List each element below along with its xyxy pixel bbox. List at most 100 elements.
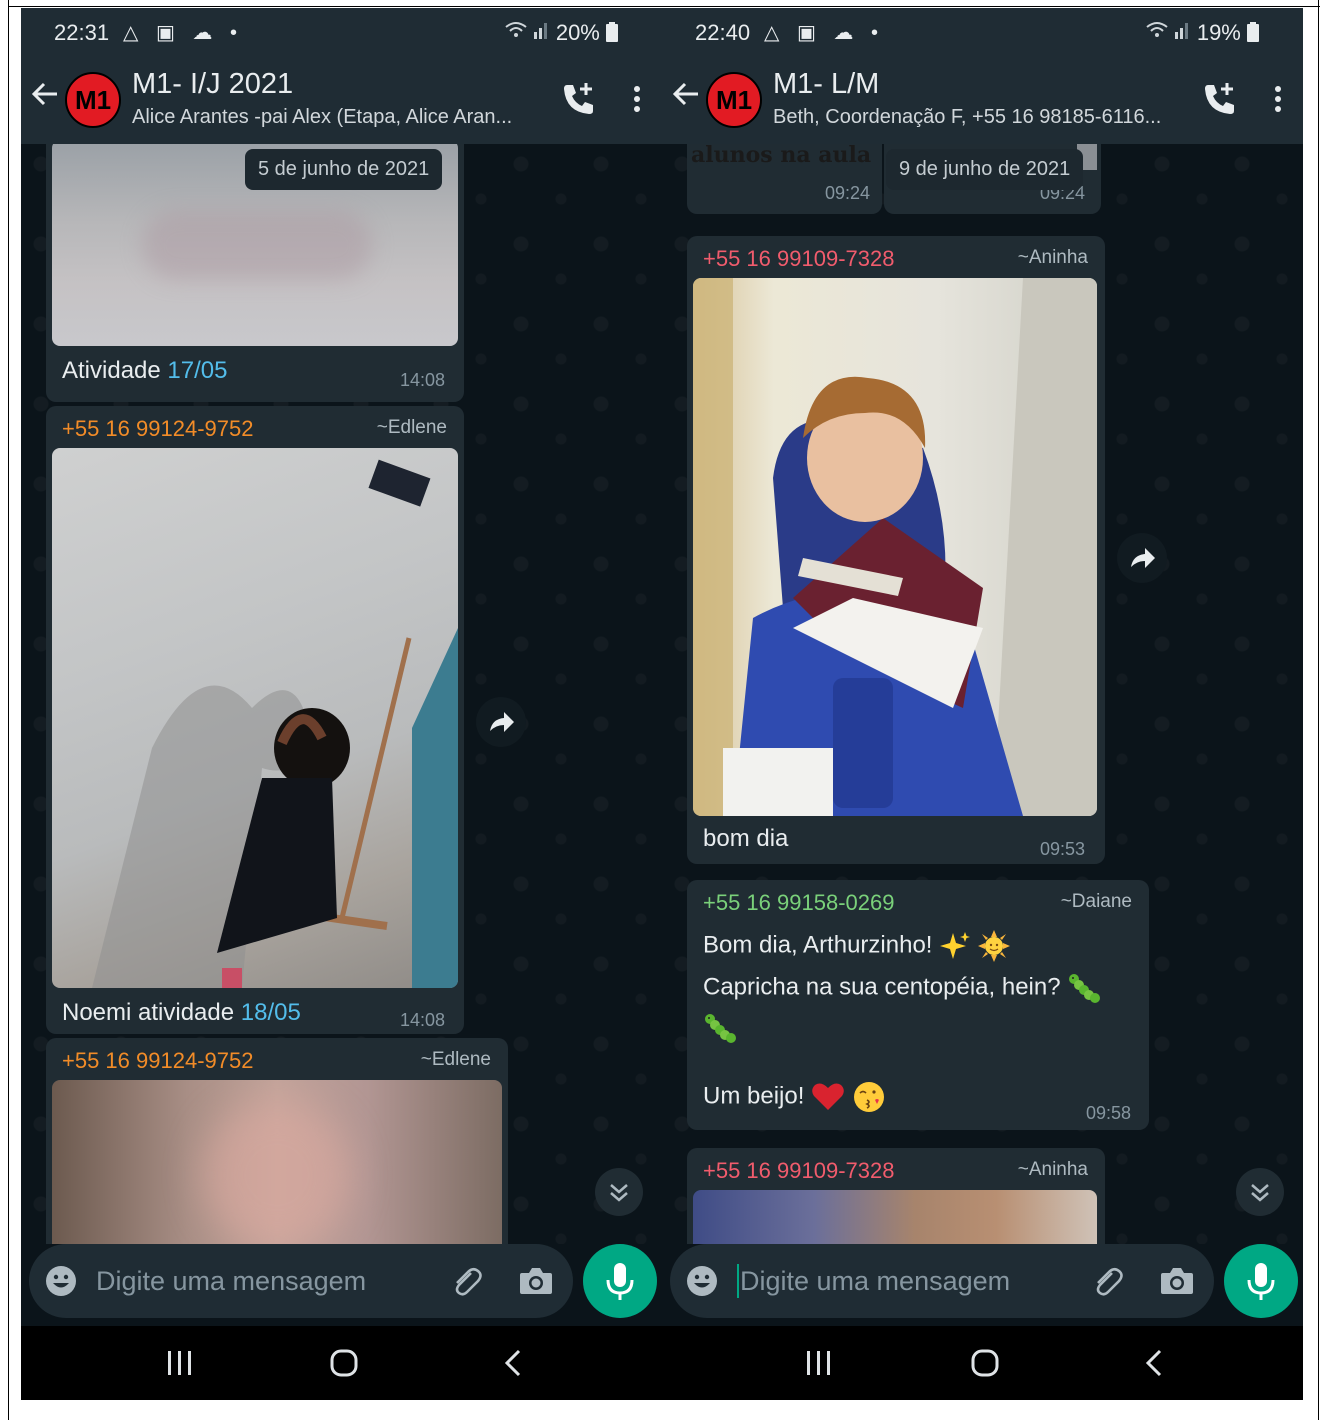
battery-icon [1247, 22, 1259, 42]
message-input[interactable]: Digite uma mensagem [96, 1266, 366, 1297]
group-avatar[interactable]: M1 [706, 72, 762, 128]
back-arrow-icon[interactable] [31, 80, 59, 113]
message-caption: Atividade 17/05 [62, 357, 228, 384]
scroll-down-icon[interactable] [595, 1168, 643, 1216]
image-text-fragment: alunos na aula [691, 144, 872, 168]
message-input-bar[interactable]: Digite uma mensagem [670, 1244, 1214, 1318]
chat-header[interactable]: M1 M1- L/M Beth, Coordenação F, +55 16 9… [662, 56, 1303, 144]
recents-icon[interactable] [804, 1348, 834, 1383]
date-chip: 5 de junho de 2021 [245, 149, 443, 190]
message-photo[interactable] [52, 448, 458, 988]
message-time: 14:08 [400, 370, 446, 390]
sender-alias: ~Aninha [1017, 1159, 1088, 1180]
message-text-line: Bom dia, Arthurzinho! [703, 930, 1010, 962]
group-avatar[interactable]: M1 [65, 72, 121, 128]
message-time: 14:08 [400, 1010, 446, 1030]
message-caption: bom dia [703, 825, 789, 852]
system-nav-bar [21, 1326, 662, 1400]
frame-border-top [8, 6, 1320, 7]
message-text-line: Um beijo! [703, 1080, 886, 1114]
camera-icon[interactable] [1160, 1265, 1194, 1302]
sender-alias: ~Aninha [1017, 247, 1088, 268]
battery-icon [606, 22, 618, 42]
mic-icon[interactable] [1224, 1244, 1298, 1318]
message-bubble[interactable]: alunos na aula 09:24 [687, 144, 882, 214]
notification-icons: △ ▣ ☁ • [764, 22, 884, 44]
phone-screen-right: 22:40 △ ▣ ☁ • 19% M1 M1- L/M Beth, Coord… [662, 8, 1303, 1400]
message-photo[interactable] [52, 1080, 502, 1244]
chat-participants[interactable]: Beth, Coordenação F, +55 16 98185-6116..… [773, 106, 1173, 129]
chat-header[interactable]: M1 M1- I/J 2021 Alice Arantes -pai Alex … [21, 56, 662, 144]
more-vert-icon[interactable] [622, 82, 652, 118]
message-time: 09:24 [825, 183, 871, 203]
sender-alias: ~Daiane [1060, 891, 1132, 912]
mic-icon[interactable] [583, 1244, 657, 1318]
notification-icons: △ ▣ ☁ • [123, 22, 243, 44]
chat-participants[interactable]: Alice Arantes -pai Alex (Etapa, Alice Ar… [132, 106, 532, 129]
message-list[interactable]: Atividade 17/05 14:08 5 de junho de 2021… [21, 144, 662, 1244]
battery-level: 19% [1197, 20, 1259, 46]
message-caption: Noemi atividade 18/05 [62, 999, 301, 1026]
battery-level: 20% [556, 20, 618, 46]
sender-phone[interactable]: +55 16 99109-7328 [703, 1158, 894, 1184]
status-bar: 22:40 △ ▣ ☁ • 19% [662, 8, 1303, 56]
status-time: 22:40 [695, 20, 751, 45]
status-time: 22:31 [54, 20, 110, 45]
sparkles-icon [940, 932, 971, 959]
message-bubble[interactable]: +55 16 99124-9752 ~Edlene Noemi atividad… [46, 406, 464, 1034]
system-nav-bar [662, 1326, 1303, 1400]
emoji-icon[interactable] [686, 1265, 718, 1302]
message-photo[interactable] [693, 1190, 1097, 1244]
message-bubble[interactable]: +55 16 99124-9752 ~Edlene [46, 1038, 508, 1244]
message-list[interactable]: alunos na aula 09:24 09:24 9 de junho de… [662, 144, 1303, 1244]
sender-phone[interactable]: +55 16 99158-0269 [703, 890, 894, 916]
home-icon[interactable] [329, 1348, 359, 1383]
more-vert-icon[interactable] [1263, 82, 1293, 118]
wifi-signal-icon [504, 20, 550, 45]
message-photo[interactable] [693, 278, 1097, 816]
message-time: 09:58 [1086, 1103, 1132, 1123]
sender-phone[interactable]: +55 16 99109-7328 [703, 246, 894, 272]
sun-face-icon [977, 930, 1010, 962]
face-blowing-kiss-icon [853, 1082, 884, 1112]
back-arrow-icon[interactable] [672, 80, 700, 113]
caterpillar-icon [1069, 974, 1101, 1003]
date-chip: 9 de junho de 2021 [886, 149, 1084, 190]
message-input[interactable]: Digite uma mensagem [740, 1266, 1010, 1297]
sender-alias: ~Edlene [376, 417, 447, 438]
heart-icon [812, 1083, 844, 1110]
forward-icon[interactable] [1117, 533, 1167, 583]
camera-icon[interactable] [519, 1265, 553, 1302]
message-input-bar[interactable]: Digite uma mensagem [29, 1244, 573, 1318]
attach-icon[interactable] [449, 1265, 483, 1304]
nav-back-icon[interactable] [1140, 1348, 1170, 1383]
nav-back-icon[interactable] [499, 1348, 529, 1383]
chat-title[interactable]: M1- I/J 2021 [132, 68, 293, 101]
message-time: 09:53 [1040, 839, 1086, 859]
add-call-icon[interactable] [562, 82, 596, 121]
text-cursor [737, 1264, 739, 1298]
home-icon[interactable] [970, 1348, 1000, 1383]
phone-screen-left: 22:31 △ ▣ ☁ • 20% M1 M1- I/J 2021 Alice … [21, 8, 662, 1400]
status-bar: 22:31 △ ▣ ☁ • 20% [21, 8, 662, 56]
message-bubble[interactable]: +55 16 99109-7328 ~Aninha [687, 1148, 1105, 1244]
date-link[interactable]: 18/05 [241, 999, 301, 1026]
message-bubble[interactable]: +55 16 99109-7328 ~Aninha bom dia 09:53 [687, 236, 1105, 864]
emoji-icon[interactable] [45, 1265, 77, 1302]
date-link[interactable]: 17/05 [167, 357, 227, 384]
frame-border-right [1318, 0, 1319, 1420]
caterpillar-icon [703, 1012, 737, 1044]
forward-icon[interactable] [476, 697, 526, 747]
scroll-down-icon[interactable] [1236, 1168, 1284, 1216]
add-call-icon[interactable] [1203, 82, 1237, 121]
sender-alias: ~Edlene [420, 1049, 491, 1070]
frame-border-left [8, 0, 9, 1420]
message-bubble[interactable]: +55 16 99158-0269 ~Daiane Bom dia, Arthu… [687, 880, 1149, 1130]
chat-title[interactable]: M1- L/M [773, 68, 879, 101]
message-text-line: Capricha na sua centopéia, hein? [703, 972, 1101, 1004]
attach-icon[interactable] [1090, 1265, 1124, 1304]
sender-phone[interactable]: +55 16 99124-9752 [62, 416, 253, 442]
recents-icon[interactable] [165, 1348, 195, 1383]
wifi-signal-icon [1145, 20, 1191, 45]
sender-phone[interactable]: +55 16 99124-9752 [62, 1048, 253, 1074]
